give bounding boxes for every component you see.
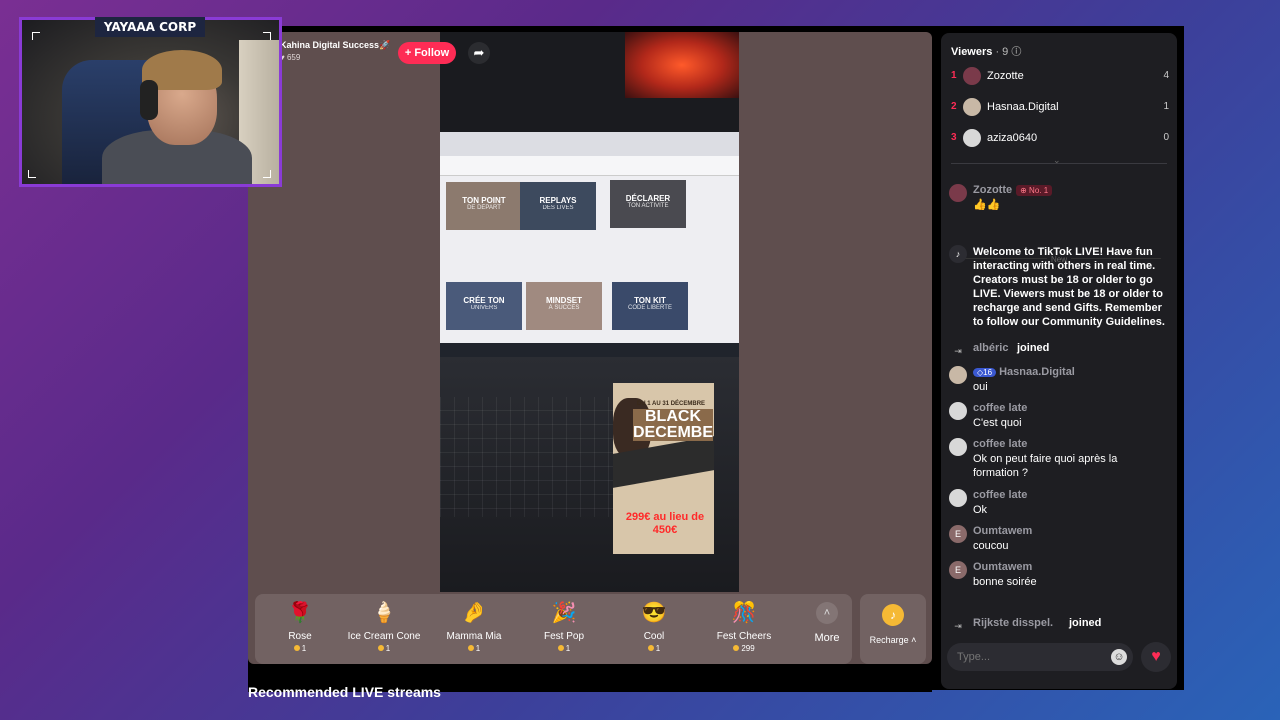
gift-cost: 299 xyxy=(699,644,789,653)
expand-chevron-icon[interactable]: ⌄ xyxy=(1053,155,1061,166)
avatar xyxy=(949,184,967,202)
gift-ice-cream-cone[interactable]: 🍦 Ice Cream Cone 1 xyxy=(339,600,429,660)
gift-fest-cheers[interactable]: 🎊 Fest Cheers 299 xyxy=(699,600,789,660)
viewer-row[interactable]: 2 Hasnaa.Digital 1 xyxy=(951,98,1171,118)
frame-corner xyxy=(263,170,271,178)
gift-name: Fest Cheers xyxy=(716,631,772,642)
heart-icon[interactable]: ♥ xyxy=(1141,642,1171,672)
enter-icon: ⇥ xyxy=(954,346,962,356)
frame-corner xyxy=(32,32,40,40)
streamer-likes: ♥ 659 xyxy=(280,53,301,62)
poster-title: BLACK DECEMBER xyxy=(633,408,714,441)
live-stage: TON POINT DE DÉPART REPLAYS DES LIVES DÉCL… xyxy=(248,32,932,700)
fireplace xyxy=(625,32,739,98)
course-card: DÉCLARER TON ACTIVITÉ xyxy=(610,180,686,228)
gift-mamma-mia[interactable]: 🤌 Mamma Mia 1 xyxy=(429,600,519,660)
webcam-name-tag: YAYAAA CORP xyxy=(95,17,205,37)
monitor-navbar xyxy=(440,156,739,176)
level-badge: ◇16 xyxy=(973,368,997,377)
gift-cost: 1 xyxy=(609,644,699,653)
monitor-tabbar xyxy=(440,132,739,156)
share-icon[interactable]: ➦ xyxy=(468,42,490,64)
coin-icon xyxy=(377,645,384,651)
tiktok-icon: ♪ xyxy=(949,245,967,263)
live-video-frame[interactable]: TON POINT DE DÉPART REPLAYS DES LIVES DÉCL… xyxy=(248,32,932,664)
recommended-heading: Recommended LIVE streams xyxy=(248,684,441,700)
gift-fest-pop[interactable]: 🎉 Fest Pop 1 xyxy=(519,600,609,660)
promo-poster: DU 1 AU 31 DÉCEMBRE BLACK DECEMBER 299€ … xyxy=(613,383,714,554)
sunglasses-icon: 😎 xyxy=(641,602,667,624)
chat-input[interactable] xyxy=(947,643,1133,671)
info-icon[interactable]: ⓘ xyxy=(1011,47,1021,58)
gift-cost: 1 xyxy=(429,644,519,653)
live-video[interactable]: TON POINT DE DÉPART REPLAYS DES LIVES DÉCL… xyxy=(440,32,739,592)
gift-name: Rose xyxy=(288,631,312,642)
coin-icon xyxy=(293,645,300,651)
divider xyxy=(951,163,1167,164)
coin-icon xyxy=(733,645,740,651)
party-popper-icon: 🎉 xyxy=(551,602,577,624)
avatar: E xyxy=(949,561,967,579)
recharge-label: Recharge ˄ xyxy=(869,635,917,645)
gift-cost: 1 xyxy=(255,644,345,653)
gift-name: Fest Pop xyxy=(543,631,585,642)
monitor-taskbar xyxy=(440,343,739,357)
more-label: More xyxy=(814,632,840,644)
ice-cream-icon: 🍦 xyxy=(371,602,397,624)
enter-icon: ⇥ xyxy=(954,621,962,631)
tiktok-coin-icon: ♪ xyxy=(882,604,904,626)
streamer-info[interactable]: Kahina Digital Success🚀 ♥ 659 xyxy=(280,40,390,62)
viewer-row[interactable]: 1 Zozotte 4 xyxy=(951,67,1171,87)
chat-panel: Viewers · 9 ⓘ 1 Zozotte 4 2 Hasnaa.Digit… xyxy=(941,33,1177,689)
avatar xyxy=(949,438,967,456)
avatar xyxy=(963,129,981,147)
gift-cost: 1 xyxy=(519,644,609,653)
browser-window: TON POINT DE DÉPART REPLAYS DES LIVES DÉCL… xyxy=(248,26,1184,700)
coin-icon xyxy=(557,645,564,651)
pinched-hand-icon: 🤌 xyxy=(461,602,487,624)
keyboard-keys xyxy=(440,397,620,517)
course-card: CRÉE TON UNIVERS xyxy=(446,282,522,330)
avatar xyxy=(949,402,967,420)
rank-badge: ⊕ No. 1 xyxy=(1016,185,1053,196)
gift-name: Mamma Mia xyxy=(446,631,502,642)
gift-rose[interactable]: 🌹 Rose 1 xyxy=(255,600,345,660)
viewers-header[interactable]: Viewers · 9 ⓘ xyxy=(951,43,1021,58)
course-card: MINDSET À SUCCÈS xyxy=(526,282,602,330)
coin-icon xyxy=(467,645,474,651)
gift-name: Ice Cream Cone xyxy=(347,631,421,642)
gift-name: Cool xyxy=(643,631,665,642)
follow-button[interactable]: + Follow xyxy=(398,42,456,64)
course-card: TON POINT DE DÉPART xyxy=(446,182,522,230)
course-card: REPLAYS DES LIVES xyxy=(520,182,596,230)
more-gifts-button[interactable]: ˄ More xyxy=(807,602,847,644)
gift-cool[interactable]: 😎 Cool 1 xyxy=(609,600,699,660)
poster-price: 299€ au lieu de 450€ xyxy=(625,511,705,536)
rose-icon: 🌹 xyxy=(287,602,313,624)
coin-icon xyxy=(647,645,654,651)
gift-bar: 🌹 Rose 1 🍦 Ice Cream Cone 1 🤌 Mamma Mia … xyxy=(255,594,852,664)
frame-corner xyxy=(263,32,271,40)
emoji-icon[interactable]: ☺ xyxy=(1111,649,1127,665)
webcam-overlay xyxy=(19,17,282,187)
course-card: TON KIT CODE LIBERTÉ xyxy=(612,282,688,330)
gift-cost: 1 xyxy=(339,644,429,653)
frame-corner xyxy=(28,170,36,178)
avatar xyxy=(949,366,967,384)
monitor-screen: TON POINT DE DÉPART REPLAYS DES LIVES DÉCL… xyxy=(440,132,739,357)
chevron-up-icon: ˄ xyxy=(816,602,838,624)
avatar xyxy=(949,489,967,507)
viewer-row[interactable]: 3 aziza0640 0 xyxy=(951,129,1171,149)
headphone-icon xyxy=(140,80,158,120)
streamer-name[interactable]: Kahina Digital Success🚀 xyxy=(280,40,390,51)
poster-date: DU 1 AU 31 DÉCEMBRE xyxy=(636,401,706,407)
avatar xyxy=(963,98,981,116)
avatar: E xyxy=(949,525,967,543)
confetti-icon: 🎊 xyxy=(731,602,757,624)
recharge-button[interactable]: ♪ Recharge ˄ xyxy=(860,594,926,664)
avatar xyxy=(963,67,981,85)
